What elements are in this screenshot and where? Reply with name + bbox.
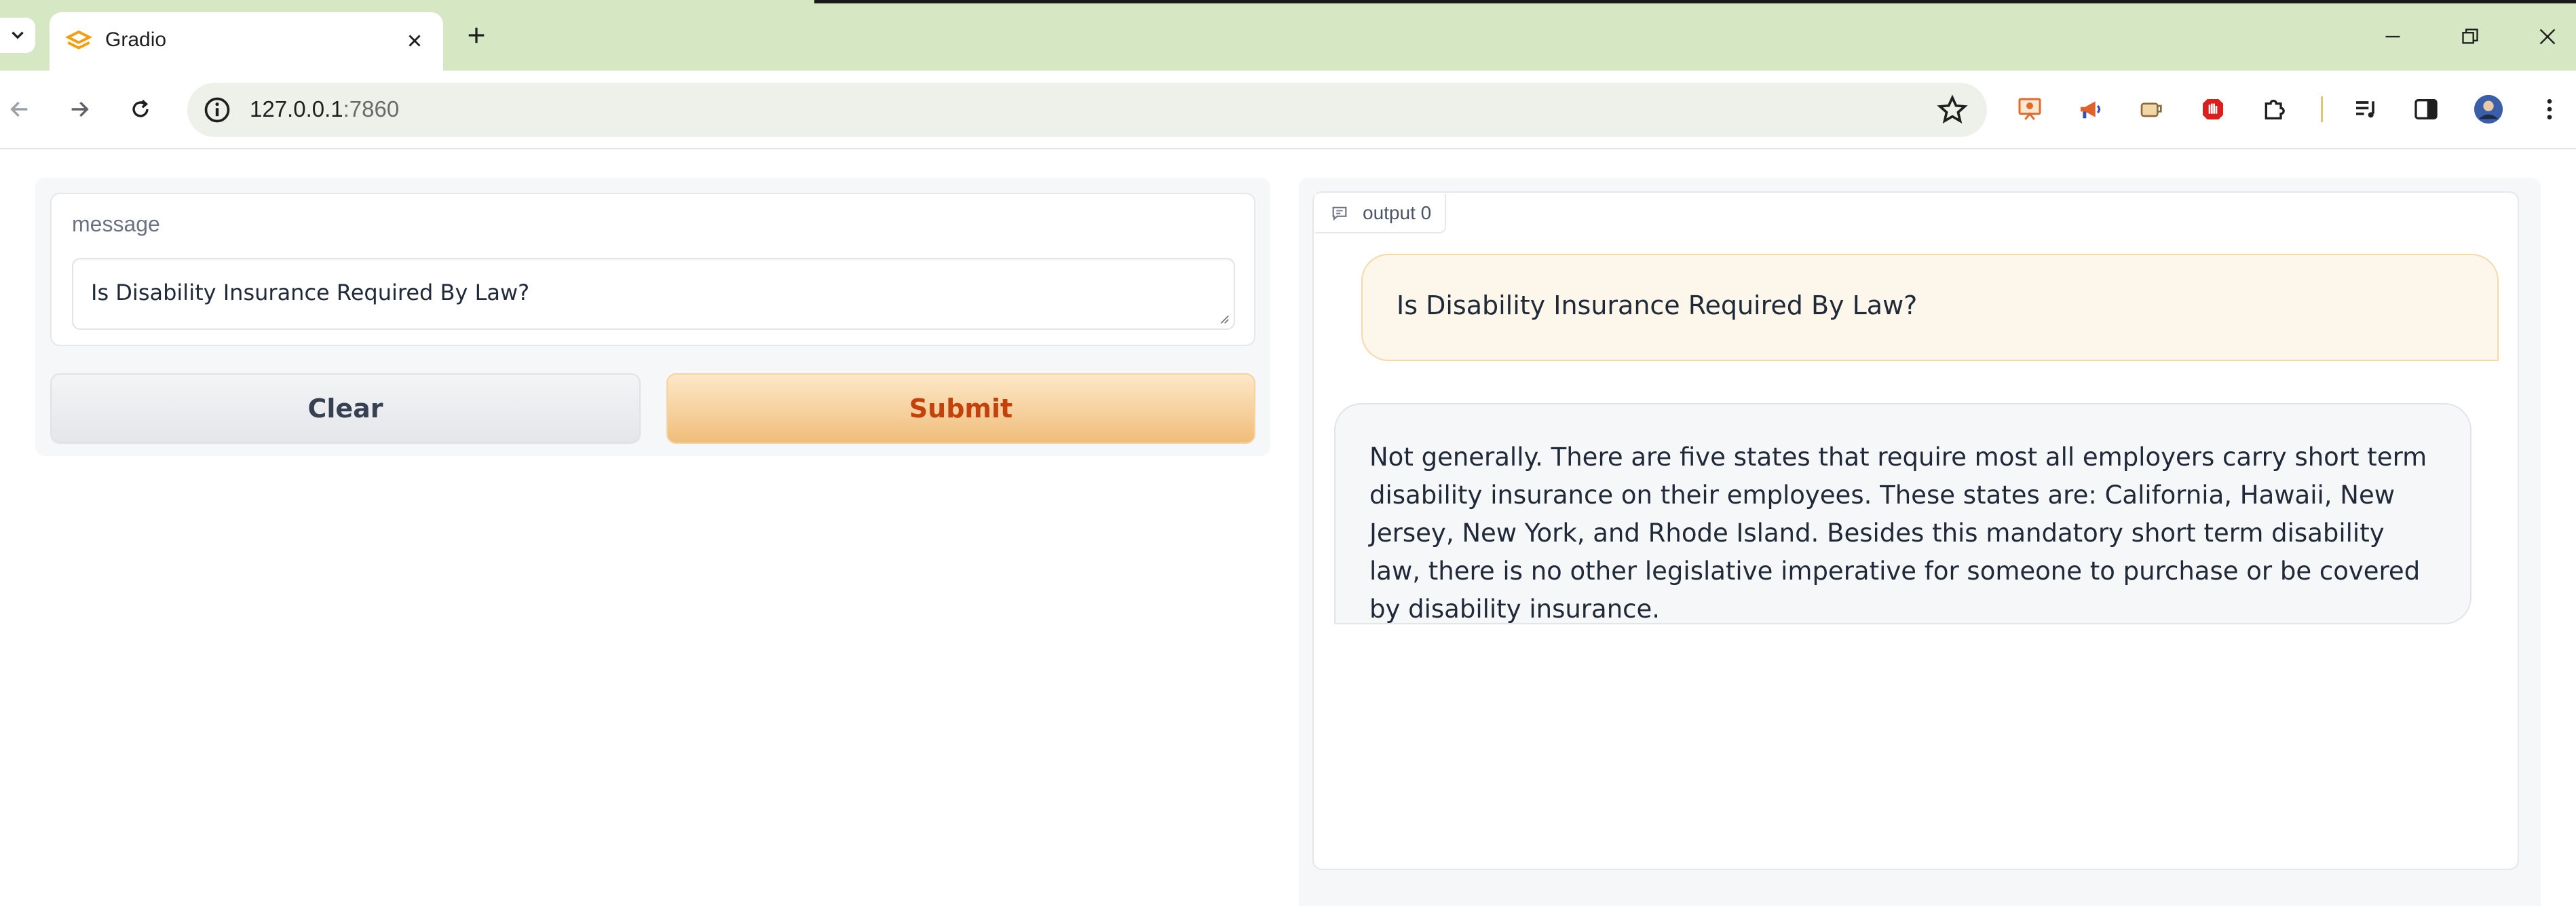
- message-textarea[interactable]: Is Disability Insurance Required By Law?: [72, 258, 1235, 330]
- toolbar-separator: [2321, 96, 2323, 122]
- reload-button[interactable]: [124, 92, 157, 126]
- info-icon[interactable]: [202, 95, 232, 125]
- browser-tab-bar: Gradio: [0, 0, 2576, 71]
- back-button[interactable]: [3, 92, 37, 126]
- tab-title: Gradio: [105, 29, 167, 51]
- chatbot: output 0 Is Disability Insurance Require…: [1312, 191, 2519, 870]
- close-tab-button[interactable]: [400, 26, 430, 56]
- message-block: message Is Disability Insurance Required…: [50, 193, 1255, 346]
- reload-icon: [132, 99, 149, 117]
- minimize-button[interactable]: [2376, 20, 2409, 53]
- submit-button[interactable]: Submit: [666, 373, 1255, 444]
- close-icon: [2539, 29, 2556, 45]
- tab-strip-edge: [814, 0, 2576, 3]
- url-text[interactable]: 127.0.0.1:7860: [250, 96, 399, 122]
- message-label: message: [72, 212, 160, 236]
- arrow-left-icon: [10, 101, 28, 117]
- tab-search-button[interactable]: [0, 18, 35, 53]
- clear-button[interactable]: Clear: [50, 373, 641, 444]
- chevron-down-icon: [12, 31, 24, 39]
- bot-message-bubble: Not generally. There are five states tha…: [1334, 403, 2471, 624]
- browser-tab-gradio[interactable]: Gradio: [50, 12, 443, 71]
- extension-adblock-button[interactable]: [2197, 94, 2229, 125]
- input-panel: message Is Disability Insurance Required…: [35, 178, 1270, 456]
- browser-menu-button[interactable]: [2534, 94, 2565, 125]
- side-panel-button[interactable]: [2410, 94, 2442, 125]
- coffee-cup-icon: [2140, 102, 2162, 117]
- close-window-button[interactable]: [2531, 20, 2564, 53]
- message-text: Is Disability Insurance Required By Law?: [91, 280, 530, 305]
- avatar: [2474, 94, 2503, 124]
- extension-coffee-button[interactable]: [2136, 94, 2167, 125]
- playlist-icon: [2356, 101, 2374, 118]
- new-tab-button[interactable]: [460, 19, 493, 52]
- restore-icon: [2462, 29, 2478, 44]
- url-host: 127.0.0.1: [250, 96, 343, 121]
- url-port: :7860: [343, 96, 400, 121]
- address-bar[interactable]: 127.0.0.1:7860: [187, 83, 1987, 137]
- minimize-icon: [2385, 35, 2400, 38]
- profile-avatar-button[interactable]: [2473, 94, 2504, 125]
- extension-presentation-button[interactable]: [2014, 94, 2045, 125]
- user-message-bubble: Is Disability Insurance Required By Law?: [1361, 254, 2499, 361]
- chat-bubble-icon: [1332, 206, 1347, 221]
- arrow-right-icon: [71, 101, 89, 117]
- resize-handle-icon[interactable]: [1217, 312, 1230, 324]
- restore-button[interactable]: [2454, 20, 2486, 53]
- side-panel-icon: [2414, 99, 2438, 119]
- megaphone-icon: [2081, 101, 2101, 119]
- more-vertical-icon: [2547, 99, 2552, 119]
- stop-hand-icon: [2203, 99, 2223, 119]
- plus-icon: [468, 27, 485, 43]
- output-label-text: output 0: [1363, 202, 1432, 223]
- browser-toolbar: 127.0.0.1:7860: [0, 71, 2576, 149]
- forward-button[interactable]: [62, 92, 96, 126]
- media-control-button[interactable]: [2351, 94, 2382, 125]
- presentation-icon: [2018, 98, 2041, 120]
- output-label: output 0: [1315, 194, 1447, 233]
- star-icon[interactable]: [1937, 94, 1968, 126]
- gradio-logo-icon: [64, 30, 93, 50]
- close-icon: [409, 35, 421, 47]
- extensions-menu-button[interactable]: [2258, 94, 2290, 125]
- extension-megaphone-button[interactable]: [2075, 94, 2106, 125]
- puzzle-piece-icon: [2265, 99, 2285, 119]
- output-panel: output 0 Is Disability Insurance Require…: [1299, 178, 2541, 906]
